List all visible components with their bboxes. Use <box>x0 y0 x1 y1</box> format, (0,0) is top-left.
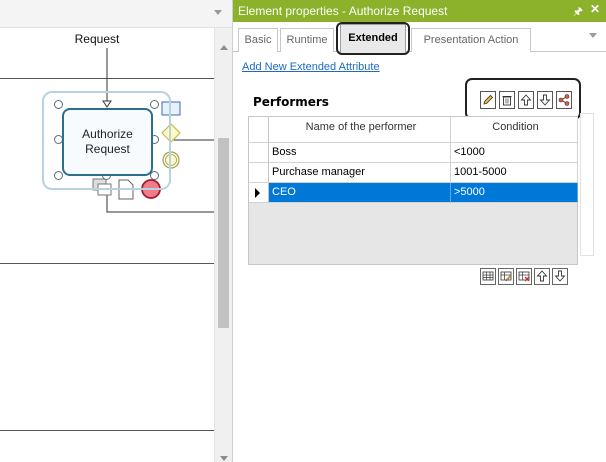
share-icon[interactable] <box>556 91 572 109</box>
move-up-icon[interactable] <box>518 91 534 109</box>
tab-bar: Basic Runtime Extended Presentation Acti… <box>233 22 606 53</box>
table-row[interactable]: Boss <1000 <box>249 143 578 163</box>
table-row-selected[interactable]: CEO >5000 <box>249 183 578 203</box>
column-header-condition[interactable]: Condition <box>451 117 578 143</box>
cell-performer-name[interactable]: Purchase manager <box>269 163 451 183</box>
row-selector[interactable] <box>249 143 269 163</box>
pin-icon[interactable]: 🖈 <box>573 3 583 22</box>
column-header-name[interactable]: Name of the performer <box>269 117 451 143</box>
close-icon[interactable]: ✕ <box>590 2 600 16</box>
highlight-outline <box>336 22 410 55</box>
panel-title: Element properties - Authorize Request <box>238 4 448 18</box>
table-row[interactable]: Purchase manager 1001-5000 <box>249 163 578 183</box>
tab-presentation-action[interactable]: Presentation Action <box>411 28 531 52</box>
current-row-icon <box>255 188 260 198</box>
task-authorize-request[interactable]: Authorize Request <box>62 108 153 176</box>
delete-row-icon[interactable] <box>516 268 532 285</box>
cell-condition[interactable]: <1000 <box>451 143 578 163</box>
tab-basic[interactable]: Basic <box>238 28 278 52</box>
grid-scrollbar[interactable] <box>580 113 594 256</box>
diagram-canvas[interactable]: Request Authorize Request <box>0 0 232 462</box>
row-selector[interactable] <box>249 183 269 203</box>
grid-header-row: Name of the performer Condition <box>249 117 578 143</box>
chevron-down-icon[interactable] <box>589 33 597 38</box>
edit-row-icon[interactable] <box>498 268 514 285</box>
element-properties-panel: Element properties - Authorize Request 🖈… <box>232 0 606 462</box>
canvas-scrollbar[interactable] <box>214 28 232 462</box>
task-label-line1: Authorize <box>82 127 133 141</box>
resize-handle[interactable] <box>150 100 159 109</box>
resize-handle[interactable] <box>54 100 63 109</box>
scroll-down-icon[interactable] <box>220 456 228 461</box>
row-selector[interactable] <box>249 163 269 183</box>
scrollbar-thumb[interactable] <box>218 138 229 328</box>
cell-condition[interactable]: >5000 <box>451 183 578 203</box>
delete-icon[interactable] <box>499 91 515 109</box>
cell-performer-name[interactable]: Boss <box>269 143 451 163</box>
move-down-icon[interactable] <box>537 91 553 109</box>
move-down-icon[interactable] <box>552 268 568 285</box>
cell-condition[interactable]: 1001-5000 <box>451 163 578 183</box>
performers-title: Performers <box>253 95 329 109</box>
flow-label-request: Request <box>74 32 120 46</box>
task-label-line2: Request <box>85 142 130 156</box>
diagram-connectors <box>92 48 214 213</box>
cell-performer-name[interactable]: CEO <box>269 183 451 203</box>
add-row-icon[interactable] <box>480 268 496 285</box>
add-extended-attribute-link[interactable]: Add New Extended Attribute <box>242 61 380 73</box>
row-selector-header <box>249 117 269 143</box>
tab-runtime[interactable]: Runtime <box>280 28 334 52</box>
panel-title-bar: Element properties - Authorize Request 🖈… <box>233 0 606 22</box>
performers-grid[interactable]: Name of the performer Condition Boss <10… <box>248 116 578 265</box>
resize-handle[interactable] <box>54 171 63 180</box>
move-up-icon[interactable] <box>534 268 550 285</box>
scroll-up-icon[interactable] <box>220 45 228 50</box>
edit-icon[interactable] <box>480 91 496 109</box>
